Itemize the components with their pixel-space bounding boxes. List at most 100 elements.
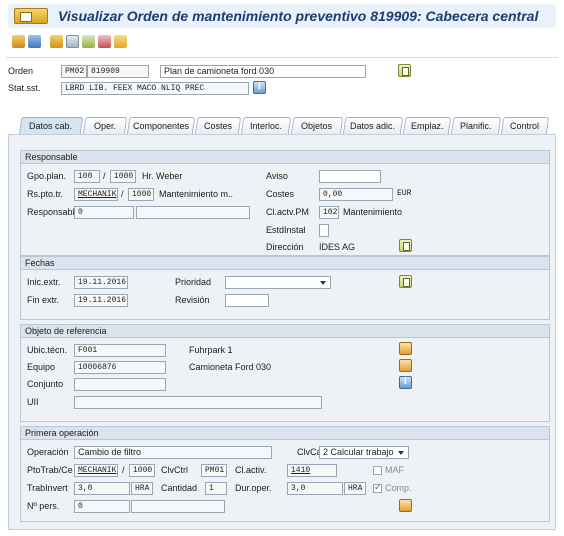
orden-number-field[interactable]: 819909 (87, 65, 149, 78)
npers-extra-field[interactable] (131, 500, 225, 513)
uii-label: UII (27, 397, 39, 407)
tab-datos-cab[interactable]: Datos cab. (18, 117, 84, 135)
display-change-icon[interactable] (12, 35, 25, 48)
responsable-field[interactable]: 0 (74, 206, 134, 219)
fin-extr-label: Fin extr. (27, 295, 60, 305)
status-field[interactable]: LBRD LIB. FEEX MACO NLIQ PREC (61, 82, 249, 95)
inic-extr-label: Inic.extr. (27, 277, 61, 287)
window-title: Visualizar Orden de mantenimiento preven… (58, 8, 539, 24)
dates-detail-icon[interactable] (399, 275, 412, 288)
aviso-field[interactable] (319, 170, 381, 183)
structure-icon[interactable] (399, 342, 412, 355)
settings-icon[interactable] (114, 35, 127, 48)
equipo-field[interactable]: 10006876 (74, 361, 166, 374)
npers-label: Nº pers. (27, 501, 60, 511)
cantidad-label: Cantidad (161, 483, 198, 493)
tab-interloc[interactable]: Interloc. (240, 117, 292, 135)
tab-content-panel: Responsable Gpo.plan. 100 / 1000 Hr. Web… (8, 134, 556, 530)
comp-checkbox[interactable] (373, 482, 382, 493)
costes-field[interactable]: 0,00 (319, 188, 393, 201)
group-objeto-referencia: Objeto de referencia Ubic.técn. F001 Fuh… (20, 324, 550, 422)
trab-invert-field[interactable]: 3,0 (74, 482, 130, 495)
estd-instal-field[interactable] (319, 224, 329, 237)
tab-costes[interactable]: Costes (194, 117, 242, 135)
equipment-icon[interactable] (399, 359, 412, 372)
group-responsable: Responsable Gpo.plan. 100 / 1000 Hr. Web… (20, 150, 550, 256)
responsable-label: Responsable (27, 207, 80, 217)
revision-field[interactable] (225, 294, 269, 307)
clvca-label: ClvCá (297, 447, 322, 457)
orden-description-field[interactable]: Plan de camioneta ford 030 (160, 65, 366, 78)
group-fechas: Fechas Inic.extr. 19.11.2016 Fin extr. 1… (20, 256, 550, 320)
clvctrl-label: ClvCtrl (161, 465, 188, 475)
inic-extr-field[interactable]: 19.11.2016 (74, 276, 128, 289)
ubic-tecn-field[interactable]: F001 (74, 344, 166, 357)
rs-pto-tr-slash: / (121, 189, 124, 199)
clvctrl-field[interactable]: PM01 (201, 464, 227, 477)
dur-oper-unit-field[interactable]: HRA (344, 482, 366, 495)
operation-detail-icon[interactable] (399, 499, 412, 512)
dur-oper-label: Dur.oper. (235, 483, 272, 493)
object-info-icon[interactable] (399, 376, 412, 389)
tab-datos-adic[interactable]: Datos adic. (342, 117, 404, 135)
aviso-label: Aviso (266, 171, 288, 181)
costes-label: Costes (266, 189, 295, 199)
operacion-field[interactable]: Cambio de filtro (74, 446, 272, 459)
tab-componentes[interactable]: Componentes (126, 117, 196, 135)
order-icon[interactable] (14, 8, 48, 24)
conjunto-field[interactable] (74, 378, 166, 391)
operacion-label: Operación (27, 447, 69, 457)
npers-field[interactable]: 0 (74, 500, 130, 513)
pto-trab-label: PtoTrab/Ce (27, 465, 73, 475)
gpo-plan-center-field[interactable]: 1000 (110, 170, 136, 183)
dur-oper-field[interactable]: 3,0 (287, 482, 343, 495)
tab-strip: Datos cab. Oper. Componentes Costes Inte… (12, 117, 556, 135)
tab-emplaz[interactable]: Emplaz. (402, 117, 452, 135)
document-icon[interactable] (82, 35, 95, 48)
gpo-plan-text: Hr. Weber (142, 171, 183, 181)
rs-pto-tr-code-field[interactable]: MECHANIK (74, 188, 118, 201)
fin-extr-field[interactable]: 19.11.2016 (74, 294, 128, 307)
estd-instal-label: EstdInstal (266, 225, 306, 235)
toolbar-separator (6, 57, 558, 58)
comp-label: Comp. (385, 483, 412, 493)
clactiv-field[interactable]: 1410 (287, 464, 337, 477)
equipo-text: Camioneta Ford 030 (189, 362, 272, 372)
stat-label: Stat.sst. (8, 83, 41, 93)
gpo-plan-label: Gpo.plan. (27, 171, 67, 181)
pto-trab-slash: / (122, 465, 125, 475)
maf-checkbox[interactable] (373, 466, 382, 475)
tab-objetos[interactable]: Objetos (290, 117, 344, 135)
tab-planific[interactable]: Planific. (450, 117, 502, 135)
rs-pto-tr-text: Mantenimiento m.. (159, 189, 234, 199)
save-icon[interactable] (50, 35, 63, 48)
long-text-icon[interactable] (398, 64, 411, 77)
clactv-pm-label: Cl.actv.PM (266, 207, 309, 217)
direccion-label: Dirección (266, 242, 304, 252)
clactv-pm-field[interactable]: 102 (319, 206, 339, 219)
cantidad-field[interactable]: 1 (205, 482, 227, 495)
status-info-icon[interactable] (253, 81, 266, 94)
prioridad-select[interactable] (225, 276, 331, 289)
clactv-pm-text: Mantenimiento (343, 207, 403, 217)
costes-currency: EUR (397, 189, 412, 198)
responsable-name-field[interactable] (136, 206, 250, 219)
equipo-label: Equipo (27, 362, 56, 372)
uii-field[interactable] (74, 396, 322, 409)
group-operacion-title: Primera operación (21, 427, 549, 440)
pto-trab-center-field[interactable]: 1000 (129, 464, 155, 477)
direccion-value: IDES AG (319, 242, 356, 252)
orden-type-field[interactable]: PM02 (61, 65, 87, 78)
address-icon[interactable] (399, 239, 412, 252)
rs-pto-tr-center-field[interactable]: 1000 (128, 188, 154, 201)
print-icon[interactable] (98, 35, 111, 48)
gpo-plan-code-field[interactable]: 100 (74, 170, 100, 183)
pto-trab-code-field[interactable]: MECHANIK (74, 464, 118, 477)
filter-icon[interactable] (28, 35, 41, 48)
trab-invert-unit-field[interactable]: HRA (131, 482, 153, 495)
tab-control[interactable]: Control (500, 117, 550, 135)
tab-oper[interactable]: Oper. (82, 117, 128, 135)
prioridad-label: Prioridad (175, 277, 212, 287)
clvca-select[interactable]: 2 Calcular trabajo (319, 446, 409, 459)
copy-icon[interactable] (66, 35, 79, 48)
